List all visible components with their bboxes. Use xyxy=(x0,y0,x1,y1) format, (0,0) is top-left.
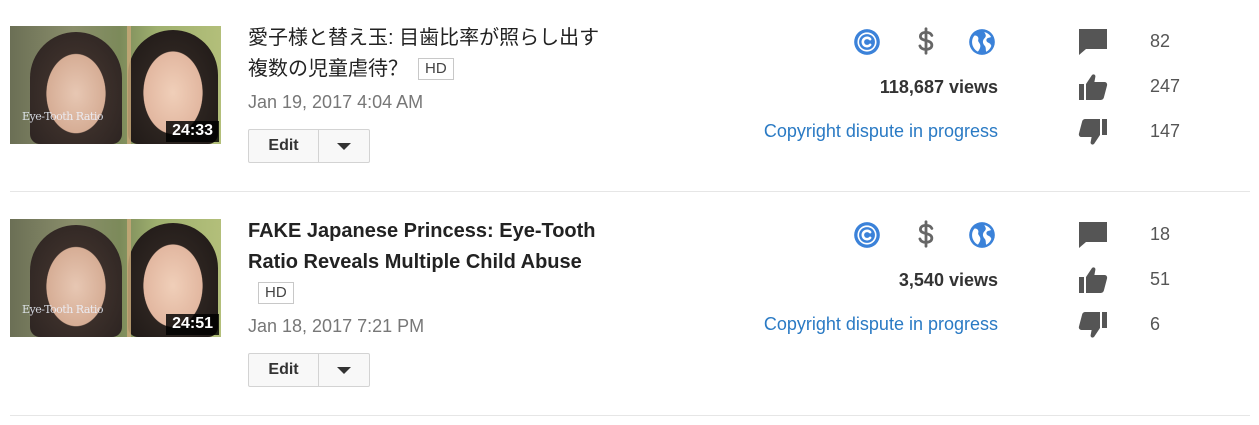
comment-icon xyxy=(1079,222,1107,248)
thumbs-down-icon xyxy=(1078,119,1107,145)
row-divider xyxy=(10,415,1250,416)
edit-button[interactable]: Edit xyxy=(249,130,318,162)
video-thumbnail[interactable]: Eye-Tooth Ratio 24:33 xyxy=(10,26,221,144)
thumbnail-caption: Eye-Tooth Ratio xyxy=(22,303,103,316)
dollar-icon[interactable] xyxy=(912,220,940,248)
comment-icon xyxy=(1079,29,1107,55)
video-title-text[interactable]: FAKE Japanese Princess: Eye-Tooth Ratio … xyxy=(248,220,596,273)
video-title[interactable]: FAKE Japanese Princess: Eye-Tooth Ratio … xyxy=(248,216,618,309)
globe-icon[interactable] xyxy=(968,28,996,56)
edit-button-group: Edit xyxy=(248,353,370,387)
dislike-count: 6 xyxy=(1150,314,1161,334)
edit-button-group: Edit xyxy=(248,129,370,163)
thumbs-up-icon xyxy=(1079,74,1108,100)
edit-dropdown-button[interactable] xyxy=(319,130,369,162)
caret-down-icon xyxy=(337,367,351,374)
thumbs-up-icon xyxy=(1079,267,1108,293)
upload-date: Jan 19, 2017 4:04 AM xyxy=(248,92,424,112)
hd-badge: HD xyxy=(258,282,294,304)
thumbnail-ruler xyxy=(127,219,131,337)
view-count: 118,687 views xyxy=(879,77,998,97)
copyright-dispute-link[interactable]: Copyright dispute in progress xyxy=(764,121,998,142)
view-count: 3,540 views xyxy=(898,270,998,290)
duration-badge: 24:51 xyxy=(166,314,219,335)
copyright-icon[interactable] xyxy=(853,28,881,56)
duration-badge: 24:33 xyxy=(166,121,219,142)
comment-count: 82 xyxy=(1150,31,1171,51)
edit-button[interactable]: Edit xyxy=(249,354,318,386)
thumbnail-ruler xyxy=(127,26,131,144)
thumbnail-face-left xyxy=(30,32,122,144)
thumbnail-caption: Eye-Tooth Ratio xyxy=(22,110,103,123)
thumbnail-face-left xyxy=(30,225,122,337)
dollar-icon[interactable] xyxy=(912,27,940,55)
thumbs-down-icon xyxy=(1078,312,1107,338)
upload-date: Jan 18, 2017 7:21 PM xyxy=(248,316,425,336)
hd-badge: HD xyxy=(418,58,454,80)
dislike-count: 147 xyxy=(1150,121,1181,141)
like-count: 51 xyxy=(1150,269,1171,289)
caret-down-icon xyxy=(337,143,351,150)
video-row: Eye-Tooth Ratio 24:51 FAKE Japanese Prin… xyxy=(0,193,1259,387)
video-title[interactable]: 愛子様と替え玉: 目歯比率が照らし出す複数の児童虐待？ HD xyxy=(248,23,618,85)
copyright-icon[interactable] xyxy=(853,221,881,249)
copyright-dispute-link[interactable]: Copyright dispute in progress xyxy=(764,314,998,335)
comment-count: 18 xyxy=(1150,224,1171,244)
video-row: Eye-Tooth Ratio 24:33 愛子様と替え玉: 目歯比率が照らし出… xyxy=(0,0,1259,193)
video-thumbnail[interactable]: Eye-Tooth Ratio 24:51 xyxy=(10,219,221,337)
row-divider xyxy=(10,191,1250,192)
globe-icon[interactable] xyxy=(968,221,996,249)
edit-dropdown-button[interactable] xyxy=(319,354,369,386)
like-count: 247 xyxy=(1150,76,1181,96)
